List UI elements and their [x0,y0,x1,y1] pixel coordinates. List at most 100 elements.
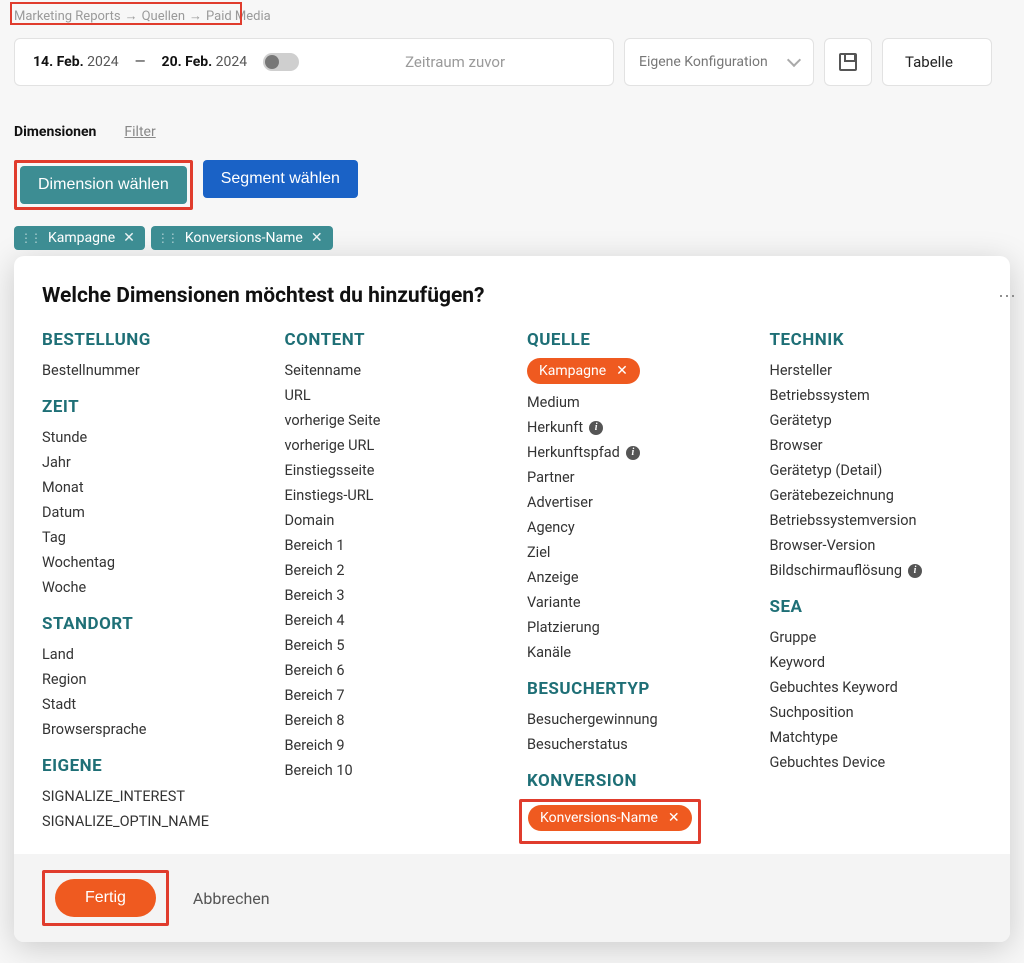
dimension-item-label: Advertiser [527,494,593,511]
info-icon[interactable]: i [626,446,640,460]
dimension-item[interactable]: Hersteller [770,358,983,383]
dimension-item-label: Einstiegs-URL [285,487,374,504]
dimension-item[interactable]: Matchtype [770,725,983,750]
dimension-item[interactable]: Herkunfti [527,415,740,440]
dimension-item[interactable]: Advertiser [527,490,740,515]
dimension-item[interactable]: Datum [42,500,255,525]
dimension-item-label: Browser [770,437,823,454]
dimension-item-label: Partner [527,469,575,486]
dimension-item[interactable]: Besucherstatus [527,732,740,757]
dimension-item[interactable]: vorherige URL [285,433,498,458]
dimension-item[interactable]: Browser [770,433,983,458]
dimension-item[interactable]: Bereich 5 [285,633,498,658]
selected-pill-konversion[interactable]: Konversions-Name ✕ [528,805,692,831]
compare-label: Zeitraum zuvor [315,53,595,71]
dimension-item[interactable]: Seitenname [285,358,498,383]
dimension-item[interactable]: Bildschirmauflösung i [770,558,983,583]
select-dimension-button[interactable]: Dimension wählen [20,166,187,204]
dimension-item-label: Betriebssystem [770,387,870,404]
dimension-item-label: Jahr [42,454,71,471]
dimension-item[interactable]: URL [285,383,498,408]
dimension-item[interactable]: Browser-Version [770,533,983,558]
dimension-item[interactable]: Suchposition [770,700,983,725]
dimension-item[interactable]: Monat [42,475,255,500]
dimension-item[interactable]: Bereich 2 [285,558,498,583]
dimension-item[interactable]: Wochentag [42,550,255,575]
breadcrumb-item[interactable]: Paid Media [206,9,271,24]
close-icon[interactable]: ✕ [616,363,628,379]
dimension-item[interactable]: Gebuchtes Keyword [770,675,983,700]
chip-konversions-name[interactable]: ⋮⋮ Konversions-Name ✕ [151,226,333,250]
close-icon[interactable]: ✕ [668,810,680,826]
dimension-item[interactable]: Besuchergewinnung [527,707,740,732]
dimension-item[interactable]: SIGNALIZE_OPTIN_NAME [42,809,255,834]
chip-kampagne[interactable]: ⋮⋮ Kampagne ✕ [14,226,145,250]
dimension-item-label: Betriebssystemversion [770,512,917,529]
dimension-item[interactable]: Medium [527,390,740,415]
dimension-item[interactable]: Gerätebezeichnung [770,483,983,508]
dimension-item[interactable]: vorherige Seite [285,408,498,433]
dimension-item[interactable]: Jahr [42,450,255,475]
dimension-item[interactable]: Domain [285,508,498,533]
dimension-item[interactable]: SIGNALIZE_INTEREST [42,784,255,809]
dimension-item-label: Bildschirmauflösung [770,562,903,579]
dimension-item[interactable]: Bereich 3 [285,583,498,608]
tab-dimensions[interactable]: Dimensionen [14,124,96,146]
dimension-item[interactable]: Gebuchtes Device [770,750,983,775]
dimension-item[interactable]: Bereich 9 [285,733,498,758]
dimension-item[interactable]: Partner [527,465,740,490]
dimension-item[interactable]: Stadt [42,692,255,717]
dimension-item[interactable]: Woche [42,575,255,600]
dimension-item[interactable]: Bestellnummer [42,358,255,383]
dimension-item[interactable]: Gerätetyp (Detail) [770,458,983,483]
close-icon[interactable]: ✕ [311,230,323,246]
save-button[interactable] [824,38,872,86]
dimension-item-label: Stadt [42,696,76,713]
dimension-item[interactable]: Variante [527,590,740,615]
dimension-item-label: Einstiegsseite [285,462,375,479]
dimension-item[interactable]: Betriebssystemversion [770,508,983,533]
table-view-button[interactable]: Tabelle [882,38,992,86]
breadcrumb-item[interactable]: Quellen [142,9,185,24]
tab-filter[interactable]: Filter [124,124,155,146]
group-besuchertyp: BESUCHERTYP BesuchergewinnungBesuchersta… [527,679,740,757]
dimension-item[interactable]: Herkunftspfadi [527,440,740,465]
dimension-item[interactable]: Kanäle [527,640,740,665]
compare-toggle[interactable] [263,53,299,71]
dimension-item[interactable]: Bereich 8 [285,708,498,733]
dimension-item[interactable]: Bereich 1 [285,533,498,558]
dimension-item[interactable]: Tag [42,525,255,550]
dimension-item[interactable]: Betriebssystem [770,383,983,408]
dimension-item-label: vorherige Seite [285,412,381,429]
dimension-item[interactable]: Land [42,642,255,667]
dimension-item[interactable]: Ziel [527,540,740,565]
dimension-item[interactable]: Gerätetyp [770,408,983,433]
selected-pill-kampagne[interactable]: Kampagne ✕ [527,358,640,384]
info-icon[interactable]: i [908,564,922,578]
dimension-item[interactable]: Bereich 4 [285,608,498,633]
dimension-item[interactable]: Bereich 6 [285,658,498,683]
date-range-selector[interactable]: 14. Feb. 2024 — 20. Feb. 2024 Zeitraum z… [14,38,614,86]
config-dropdown[interactable]: Eigene Konfiguration [624,38,814,86]
dimension-item[interactable]: Region [42,667,255,692]
select-segment-button[interactable]: Segment wählen [203,160,358,198]
info-icon[interactable]: i [589,421,603,435]
breadcrumb-item[interactable]: Marketing Reports [14,9,121,24]
close-icon[interactable]: ✕ [123,230,135,246]
dimension-item[interactable]: Browsersprache [42,717,255,742]
dimension-item-label: Stunde [42,429,87,446]
dimension-item[interactable]: Platzierung [527,615,740,640]
dimension-item[interactable]: Einstiegsseite [285,458,498,483]
cancel-button[interactable]: Abbrechen [193,889,270,908]
done-button[interactable]: Fertig [55,879,156,917]
group-head: STANDORT [42,614,255,634]
dimension-item[interactable]: Anzeige [527,565,740,590]
dimension-item[interactable]: Bereich 10 [285,758,498,783]
dimension-item[interactable]: Keyword [770,650,983,675]
dimension-item[interactable]: Bereich 7 [285,683,498,708]
dimension-item[interactable]: Gruppe [770,625,983,650]
dimension-item[interactable]: Einstiegs-URL [285,483,498,508]
dimension-item[interactable]: Stunde [42,425,255,450]
more-icon[interactable]: ⋯ [998,286,1018,307]
dimension-item[interactable]: Agency [527,515,740,540]
